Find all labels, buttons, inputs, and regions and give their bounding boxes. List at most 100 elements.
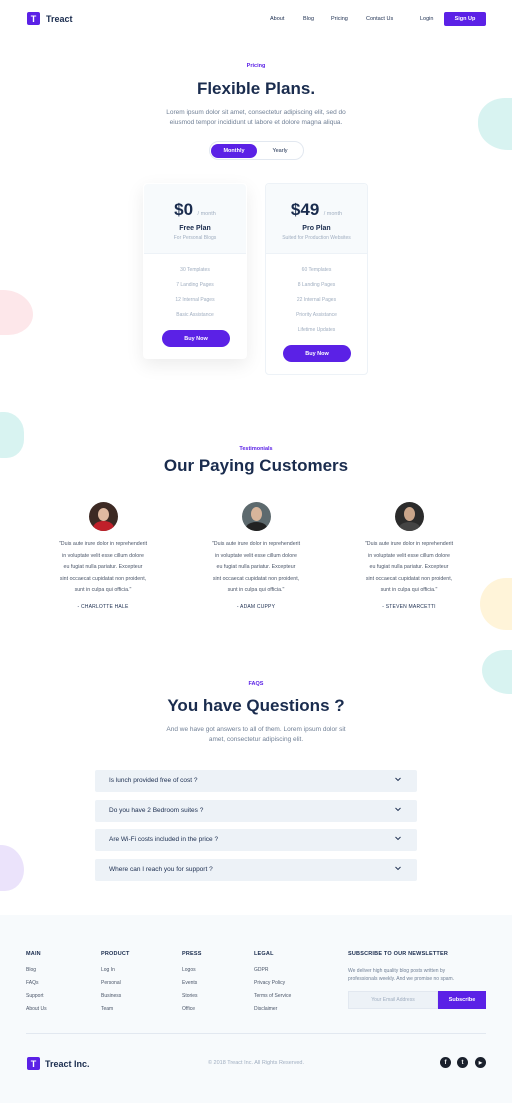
footer-column-legal: LEGAL GDPR Privacy Policy Terms of Servi…: [254, 951, 291, 1019]
testimonial-quote: "Duis aute irure dolor in reprehenderit …: [38, 539, 168, 597]
quote-line: sunt in culpa qui officia.": [74, 587, 132, 593]
plan-feature: 12 Internal Pages: [175, 297, 215, 303]
footer-link[interactable]: Privacy Policy: [254, 980, 291, 986]
footer-column-heading: PRODUCT: [101, 951, 130, 957]
monthly-toggle-option[interactable]: Monthly: [211, 144, 257, 158]
faq-item[interactable]: Is lunch provided free of cost ?: [95, 770, 417, 792]
decorative-blob-pink-left: [0, 290, 33, 335]
testimonial-card: "Duis aute irure dolor in reprehenderit …: [344, 502, 474, 610]
top-navbar: T Treact About Blog Pricing Contact Us L…: [0, 0, 512, 38]
footer-link[interactable]: GDPR: [254, 967, 291, 973]
footer-link[interactable]: Events: [182, 980, 202, 986]
footer-link[interactable]: Business: [101, 993, 130, 999]
nav-contact-link[interactable]: Contact Us: [366, 16, 393, 22]
newsletter-section: SUBSCRIBE TO OUR NEWSLETTER We deliver h…: [348, 951, 473, 983]
newsletter-email-input[interactable]: Your Email Address: [348, 991, 438, 1009]
faq-item[interactable]: Where can I reach you for support ?: [95, 859, 417, 881]
footer-link[interactable]: Logos: [182, 967, 202, 973]
plan-subtitle: Suited for Production Websites: [282, 235, 351, 241]
testimonial-author: - CHARLOTTE HALE: [77, 603, 129, 610]
plan-name: Pro Plan: [302, 225, 331, 232]
buy-now-button[interactable]: Buy Now: [162, 330, 230, 347]
quote-line: sint occaecat cupidatat non proident,: [59, 575, 147, 582]
copyright-text: © 2018 Treact Inc. All Rights Reserved.: [207, 1060, 305, 1066]
footer-link[interactable]: Support: [26, 993, 47, 999]
footer-link[interactable]: Team: [101, 1006, 130, 1012]
plan-price: $49 / month: [266, 200, 367, 220]
footer-link[interactable]: Personal: [101, 980, 130, 986]
signup-button[interactable]: Sign Up: [444, 12, 486, 26]
subscribe-button[interactable]: Subscribe: [438, 991, 486, 1009]
testimonial-author: - ADAM CUPPY: [236, 603, 276, 610]
quote-line: eu fugiat nulla pariatur. Excepteur: [216, 564, 296, 570]
chevron-down-icon[interactable]: [394, 864, 402, 872]
pricing-description-line-2: eiusmod tempor incididunt ut labore et d…: [169, 119, 343, 126]
faq-item[interactable]: Are Wi-Fi costs included in the price ?: [95, 829, 417, 851]
plan-feature: 8 Landing Pages: [297, 282, 336, 288]
decorative-blob-purple-left: [0, 845, 24, 891]
chevron-down-icon[interactable]: [394, 805, 402, 813]
buy-now-button[interactable]: Buy Now: [283, 345, 351, 362]
footer-link[interactable]: Disclaimer: [254, 1006, 291, 1012]
footer-link[interactable]: Office: [182, 1006, 202, 1012]
faq-question: Where can I reach you for support ?: [109, 866, 213, 873]
footer-link[interactable]: Log In: [101, 967, 130, 973]
logo-icon: T: [27, 12, 40, 25]
pricing-title: Flexible Plans.: [196, 79, 316, 98]
newsletter-description-line: We deliver high quality blog posts writt…: [348, 968, 446, 974]
plan-price-period: / month: [197, 211, 216, 217]
landing-page: T Treact About Blog Pricing Contact Us L…: [0, 0, 512, 1103]
newsletter-heading: SUBSCRIBE TO OUR NEWSLETTER: [348, 951, 449, 957]
quote-line: "Duis aute irure dolor in reprehenderit: [364, 541, 454, 547]
pricing-card-free: $0 / month Free Plan For Personal Blogs …: [143, 183, 247, 359]
quote-line: in voluptate velit esse cillum dolore: [62, 552, 144, 559]
site-footer: MAIN Blog FAQs Support About Us PRODUCT …: [0, 915, 512, 1103]
footer-divider: [26, 1033, 486, 1034]
footer-column-heading: LEGAL: [254, 951, 274, 957]
brand-logo[interactable]: T Treact: [27, 12, 73, 25]
plan-feature: 22 Internal Pages: [296, 297, 337, 303]
footer-link[interactable]: About Us: [26, 1006, 47, 1012]
plan-feature: 60 Templates: [301, 267, 332, 273]
plan-price: $0 / month: [144, 200, 246, 220]
testimonial-quote: "Duis aute irure dolor in reprehenderit …: [191, 539, 321, 597]
youtube-icon[interactable]: ▶: [475, 1057, 486, 1068]
pricing-section-label: Pricing: [246, 63, 266, 69]
footer-link[interactable]: Stories: [182, 993, 202, 999]
chevron-down-icon[interactable]: [394, 775, 402, 783]
chevron-down-icon[interactable]: [394, 834, 402, 842]
yearly-toggle-option[interactable]: Yearly: [257, 144, 303, 158]
footer-column-heading: PRESS: [182, 951, 202, 957]
quote-line: in voluptate velit esse cillum dolore: [215, 552, 297, 559]
footer-link[interactable]: Blog: [26, 967, 47, 973]
quote-line: eu fugiat nulla pariatur. Excepteur: [369, 564, 449, 570]
footer-link[interactable]: Terms of Service: [254, 993, 291, 999]
plan-feature: Priority Assistance: [296, 312, 337, 318]
footer-link[interactable]: FAQs: [26, 980, 47, 986]
plan-feature: 7 Landing Pages: [176, 282, 214, 288]
testimonials-section-label: Testimonials: [239, 446, 273, 452]
faq-question: Are Wi-Fi costs included in the price ?: [109, 836, 219, 843]
plan-feature: 30 Templates: [180, 267, 210, 273]
newsletter-description-line: professionals weekly. And we promise no …: [348, 976, 455, 982]
nav-pricing-link[interactable]: Pricing: [331, 16, 348, 22]
testimonial-quote: "Duis aute irure dolor in reprehenderit …: [344, 539, 474, 597]
brand-name: Treact: [46, 13, 73, 24]
pricing-card-pro: $49 / month Pro Plan Suited for Producti…: [265, 183, 368, 375]
avatar: [394, 502, 424, 531]
facebook-icon[interactable]: f: [440, 1057, 451, 1068]
faq-item[interactable]: Do you have 2 Bedroom suites ?: [95, 800, 417, 822]
nav-blog-link[interactable]: Blog: [303, 16, 314, 22]
quote-line: sunt in culpa qui officia.": [227, 587, 285, 593]
footer-column-press: PRESS Logos Events Stories Office: [182, 951, 202, 1019]
nav-about-link[interactable]: About: [270, 16, 284, 22]
faqs-description-line-2: amet, consectetur adipiscing elit.: [208, 736, 304, 743]
faqs-section-label: FAQS: [248, 681, 264, 687]
faq-question: Do you have 2 Bedroom suites ?: [109, 807, 204, 814]
login-link[interactable]: Login: [420, 16, 433, 22]
testimonial-card: "Duis aute irure dolor in reprehenderit …: [191, 502, 321, 610]
testimonials-title: Our Paying Customers: [163, 456, 349, 475]
quote-line: sint occaecat cupidatat non proident,: [212, 575, 300, 582]
twitter-icon[interactable]: t: [457, 1057, 468, 1068]
plan-feature: Lifetime Updates: [297, 327, 336, 333]
